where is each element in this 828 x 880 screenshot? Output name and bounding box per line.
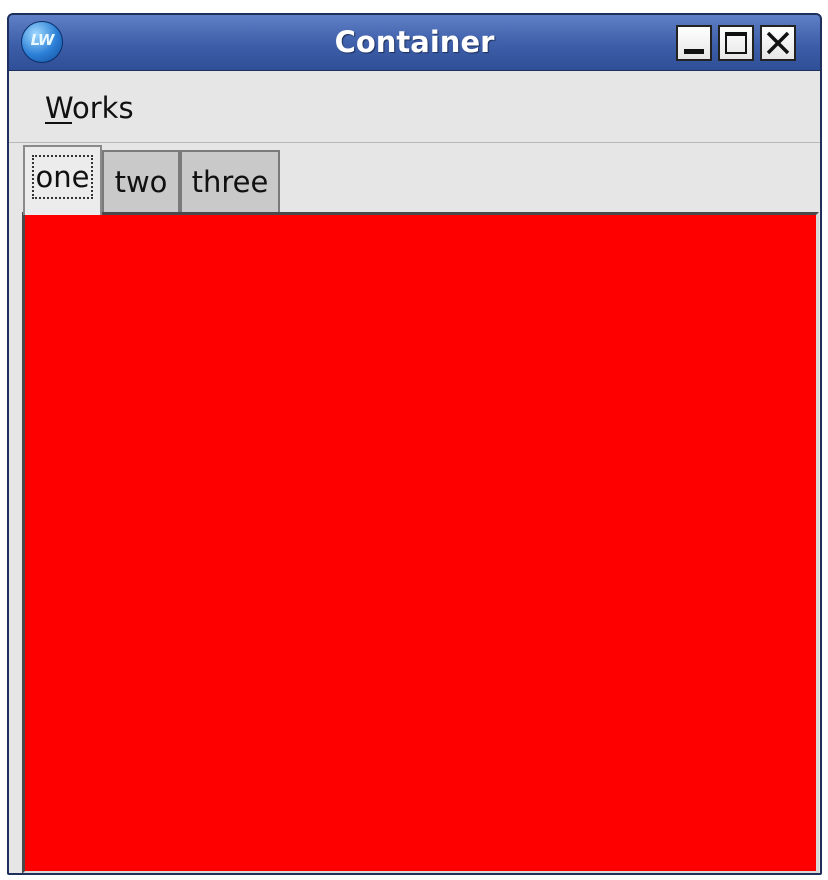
tab-label: one bbox=[31, 155, 94, 199]
menu-bar: Works bbox=[9, 71, 820, 143]
menu-item-mnemonic: W bbox=[45, 91, 72, 125]
window-content: Works one two three bbox=[9, 70, 820, 873]
title-bar[interactable]: LW Container bbox=[9, 15, 820, 70]
close-icon bbox=[766, 31, 790, 55]
tab-three[interactable]: three bbox=[180, 150, 280, 213]
tab-panel-content bbox=[22, 212, 819, 873]
tab-two[interactable]: two bbox=[102, 150, 180, 213]
tab-bar: one two three bbox=[9, 143, 820, 215]
tab-one[interactable]: one bbox=[23, 145, 102, 215]
tab-label: three bbox=[191, 165, 269, 199]
menu-item-label-rest: orks bbox=[71, 91, 134, 125]
close-button[interactable] bbox=[760, 25, 796, 61]
app-window: LW Container Works one two three bbox=[7, 13, 822, 875]
tab-label: two bbox=[114, 165, 168, 199]
maximize-button[interactable] bbox=[718, 25, 754, 61]
menu-item-works[interactable]: Works bbox=[45, 91, 134, 125]
minimize-button[interactable] bbox=[676, 25, 712, 61]
